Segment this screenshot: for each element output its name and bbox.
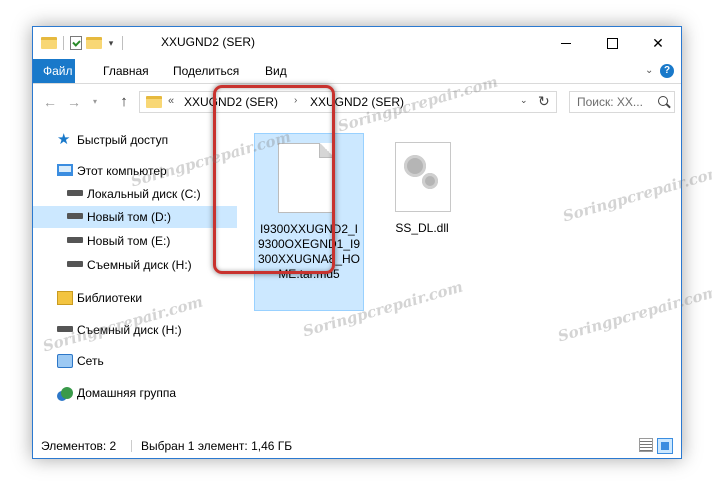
help-icon[interactable]: ? <box>660 64 674 78</box>
star-icon: ★ <box>57 131 71 148</box>
customize-toolbar-icon[interactable]: ▾ <box>106 38 116 49</box>
address-dropdown-icon[interactable]: ⌄ <box>520 95 528 106</box>
explorer-window: ▾ XXUGND2 (SER) ✕ Файл Главная Поделитьс… <box>32 26 682 459</box>
search-box[interactable]: Поиск: XX... <box>569 91 675 113</box>
status-bar: Элементов: 2 Выбран 1 элемент: 1,46 ГБ <box>33 434 681 458</box>
homegroup-icon <box>61 387 73 399</box>
sidebar-item-libraries[interactable]: Библиотеки <box>33 287 237 309</box>
title-bar: ▾ XXUGND2 (SER) ✕ <box>33 27 681 59</box>
tab-view[interactable]: Вид <box>255 59 297 83</box>
sidebar-item-label: Новый том (E:) <box>87 234 171 248</box>
search-input[interactable]: Поиск: XX... <box>577 95 643 109</box>
address-bar[interactable]: « XXUGND2 (SER) › XXUGND2 (SER) ⌄ ↻ <box>139 91 557 113</box>
file-name: SS_DL.dll <box>395 221 449 235</box>
minimize-button[interactable] <box>543 27 589 59</box>
properties-icon[interactable] <box>70 36 82 50</box>
sidebar-item-quick-access[interactable]: ★ Быстрый доступ <box>33 129 237 151</box>
dll-gear-icon <box>395 142 451 212</box>
sidebar-item-label: Съемный диск (H:) <box>87 258 192 272</box>
large-icons-view-icon[interactable] <box>657 438 673 454</box>
sidebar-item-network[interactable]: Сеть <box>33 350 237 372</box>
toolbar-divider <box>122 36 123 50</box>
sidebar-item-drive-e[interactable]: Новый том (E:) <box>33 230 237 252</box>
breadcrumb-overflow[interactable]: « <box>168 95 174 107</box>
search-icon <box>658 96 668 106</box>
toolbar-divider <box>63 36 64 50</box>
sidebar-item-homegroup[interactable]: Домашняя группа <box>33 382 237 404</box>
drive-icon <box>67 237 83 243</box>
sidebar-item-label: Локальный диск (C:) <box>87 187 201 201</box>
maximize-icon <box>606 37 618 49</box>
window-title: XXUGND2 (SER) <box>161 35 256 49</box>
up-button[interactable]: ↑ <box>115 93 133 111</box>
network-icon <box>57 354 73 368</box>
item-count: Элементов: 2 <box>41 439 117 453</box>
sidebar-item-label: Домашняя группа <box>77 386 177 400</box>
sidebar-item-label: Быстрый доступ <box>77 133 169 147</box>
tab-home[interactable]: Главная <box>93 59 159 83</box>
sidebar-item-label: Библиотеки <box>77 291 143 305</box>
tab-share[interactable]: Поделиться <box>163 59 249 83</box>
drive-icon <box>67 213 83 219</box>
recent-locations-button[interactable]: ▾ <box>86 93 104 111</box>
file-item-dll[interactable]: SS_DL.dll <box>367 133 477 243</box>
folder-icon <box>146 96 162 108</box>
highlight-frame <box>213 85 335 274</box>
forward-button[interactable]: → <box>65 93 83 111</box>
sidebar-item-label: Сеть <box>77 354 104 368</box>
sidebar-item-label: Новый том (D:) <box>87 210 171 224</box>
sidebar-item-removable-h[interactable]: Съемный диск (H:) <box>33 254 237 276</box>
ribbon: Файл Главная Поделиться Вид ⌄ ? <box>33 59 681 84</box>
maximize-button[interactable] <box>589 27 635 59</box>
refresh-icon[interactable]: ↻ <box>538 93 550 110</box>
gear-icon <box>404 155 426 177</box>
removable-drive-icon <box>67 261 83 267</box>
gear-icon <box>422 173 438 189</box>
close-icon: ✕ <box>652 34 664 51</box>
tab-file[interactable]: Файл <box>33 59 75 83</box>
expand-ribbon-icon[interactable]: ⌄ <box>645 65 653 76</box>
computer-icon <box>57 164 73 176</box>
drive-icon <box>67 190 83 196</box>
status-divider <box>131 440 132 452</box>
quick-access-toolbar: ▾ <box>41 33 125 53</box>
back-button[interactable]: ← <box>41 93 59 111</box>
minimize-icon <box>561 42 571 44</box>
library-icon <box>57 291 73 305</box>
selection-info: Выбран 1 элемент: 1,46 ГБ <box>141 439 293 453</box>
folder-icon <box>41 37 57 49</box>
details-view-icon[interactable] <box>639 438 653 452</box>
sidebar-item-drive-d[interactable]: Новый том (D:) <box>33 206 237 228</box>
close-button[interactable]: ✕ <box>635 27 681 59</box>
new-folder-icon[interactable] <box>86 37 102 49</box>
